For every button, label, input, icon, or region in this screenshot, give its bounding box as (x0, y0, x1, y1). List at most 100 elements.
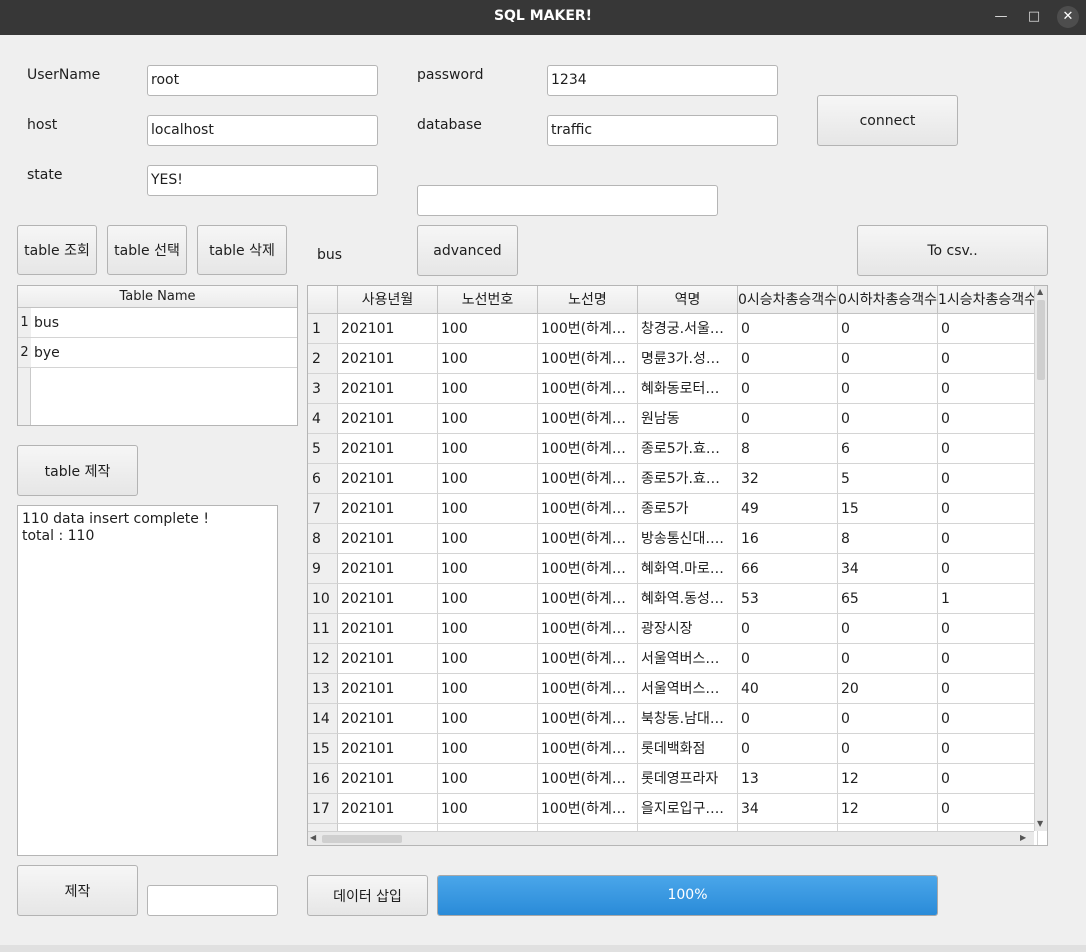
grid-cell[interactable]: 100 (438, 554, 538, 584)
grid-cell[interactable]: 100 (438, 674, 538, 704)
grid-row-header[interactable]: 7 (308, 494, 338, 524)
grid-cell[interactable]: 0 (738, 704, 838, 734)
grid-cell[interactable]: 혜화역.마로… (638, 554, 738, 584)
table-view-button[interactable]: table 조회 (17, 225, 97, 275)
maximize-icon[interactable]: □ (1023, 6, 1045, 28)
grid-cell[interactable]: 12 (838, 794, 938, 824)
scroll-down-icon[interactable]: ▼ (1037, 819, 1043, 829)
grid-cell[interactable]: 0 (938, 524, 1038, 554)
grid-cell[interactable]: 65 (838, 584, 938, 614)
database-field[interactable]: traffic (547, 115, 778, 146)
make-button[interactable]: 제작 (17, 865, 138, 916)
close-icon[interactable]: ✕ (1057, 6, 1079, 28)
grid-cell[interactable]: 16 (738, 524, 838, 554)
vertical-scrollbar[interactable]: ▲ ▼ (1034, 286, 1047, 831)
scroll-right-icon[interactable]: ▶ (1020, 833, 1026, 843)
grid-cell[interactable]: 방송통신대…. (638, 524, 738, 554)
grid-cell[interactable]: 창경궁.서울… (638, 314, 738, 344)
to-csv-button[interactable]: To csv.. (857, 225, 1048, 276)
grid-cell[interactable]: 100 (438, 464, 538, 494)
grid-corner[interactable] (308, 286, 338, 314)
grid-row-header[interactable]: 16 (308, 764, 338, 794)
grid-cell[interactable]: 100 (438, 794, 538, 824)
grid-cell[interactable]: 202101 (338, 434, 438, 464)
grid-cell[interactable]: 100 (438, 314, 538, 344)
grid-cell[interactable]: 0 (938, 644, 1038, 674)
grid-row-header[interactable]: 15 (308, 734, 338, 764)
grid-row-header[interactable]: 6 (308, 464, 338, 494)
grid-cell[interactable]: 202101 (338, 704, 438, 734)
grid-cell[interactable]: 0 (938, 464, 1038, 494)
grid-cell[interactable]: 53 (738, 584, 838, 614)
grid-row-header[interactable]: 1 (308, 314, 338, 344)
grid-cell[interactable]: 202101 (338, 374, 438, 404)
grid-row-header[interactable]: 12 (308, 644, 338, 674)
grid-cell[interactable]: 5 (838, 464, 938, 494)
grid-cell[interactable]: 0 (938, 734, 1038, 764)
grid-cell[interactable]: 100 (438, 494, 538, 524)
create-table-button[interactable]: table 제작 (17, 445, 138, 496)
grid-cell[interactable]: 100 (438, 704, 538, 734)
grid-cell[interactable]: 8 (838, 524, 938, 554)
grid-column-header[interactable]: 사용년월 (338, 286, 438, 314)
grid-cell[interactable]: 202101 (338, 584, 438, 614)
grid-cell[interactable]: 100번(하계… (538, 374, 638, 404)
grid-cell[interactable]: 0 (938, 374, 1038, 404)
grid-cell[interactable]: 0 (938, 764, 1038, 794)
advanced-button[interactable]: advanced (417, 225, 518, 276)
grid-cell[interactable]: 0 (938, 614, 1038, 644)
grid-cell[interactable]: 0 (938, 554, 1038, 584)
horizontal-scroll-thumb[interactable] (322, 835, 402, 843)
host-field[interactable]: localhost (147, 115, 378, 146)
grid-cell[interactable]: 0 (738, 614, 838, 644)
grid-cell[interactable]: 100번(하계… (538, 494, 638, 524)
table-name-header[interactable]: Table Name (18, 286, 297, 308)
grid-cell[interactable]: 광장시장 (638, 614, 738, 644)
grid-cell[interactable]: 0 (938, 794, 1038, 824)
username-field[interactable]: root (147, 65, 378, 96)
grid-cell[interactable]: 49 (738, 494, 838, 524)
grid-cell[interactable]: 202101 (338, 344, 438, 374)
grid-column-header[interactable]: 0시하차총승객수 (838, 286, 938, 314)
grid-cell[interactable]: 100번(하계… (538, 764, 638, 794)
grid-cell[interactable]: 100번(하계… (538, 614, 638, 644)
grid-cell[interactable]: 202101 (338, 614, 438, 644)
grid-cell[interactable]: 100 (438, 404, 538, 434)
grid-cell[interactable]: 34 (838, 554, 938, 584)
grid-cell[interactable]: 0 (838, 644, 938, 674)
grid-cell[interactable]: 0 (938, 704, 1038, 734)
grid-cell[interactable]: 12 (838, 764, 938, 794)
grid-cell[interactable]: 100번(하계… (538, 464, 638, 494)
grid-row-header[interactable]: 4 (308, 404, 338, 434)
grid-cell[interactable]: 202101 (338, 644, 438, 674)
grid-row-header[interactable]: 5 (308, 434, 338, 464)
grid-cell[interactable]: 100 (438, 374, 538, 404)
grid-cell[interactable]: 서울역버스… (638, 644, 738, 674)
grid-cell[interactable]: 종로5가.효… (638, 464, 738, 494)
grid-cell[interactable]: 혜화역.동성… (638, 584, 738, 614)
grid-cell[interactable]: 을지로입구…. (638, 794, 738, 824)
table-select-button[interactable]: table 선택 (107, 225, 187, 275)
grid-cell[interactable]: 100 (438, 614, 538, 644)
grid-row-header[interactable]: 10 (308, 584, 338, 614)
grid-cell[interactable]: 202101 (338, 764, 438, 794)
grid-column-header[interactable]: 노선번호 (438, 286, 538, 314)
grid-cell[interactable]: 명륜3가.성… (638, 344, 738, 374)
grid-cell[interactable]: 북창동.남대… (638, 704, 738, 734)
grid-cell[interactable]: 0 (738, 644, 838, 674)
grid-column-header[interactable]: 1시승차총승객수 (938, 286, 1038, 314)
grid-cell[interactable]: 100 (438, 434, 538, 464)
grid-cell[interactable]: 100 (438, 524, 538, 554)
grid-cell[interactable]: 15 (838, 494, 938, 524)
grid-cell[interactable]: 100번(하계… (538, 314, 638, 344)
grid-cell[interactable]: 0 (838, 614, 938, 644)
grid-cell[interactable]: 100번(하계… (538, 674, 638, 704)
grid-cell[interactable]: 0 (738, 344, 838, 374)
grid-cell[interactable]: 202101 (338, 314, 438, 344)
grid-cell[interactable]: 40 (738, 674, 838, 704)
grid-row-header[interactable]: 13 (308, 674, 338, 704)
grid-row-header[interactable]: 11 (308, 614, 338, 644)
scroll-left-icon[interactable]: ◀ (310, 833, 316, 843)
table-list-row[interactable]: 1 bus (18, 308, 297, 338)
grid-cell[interactable]: 34 (738, 794, 838, 824)
